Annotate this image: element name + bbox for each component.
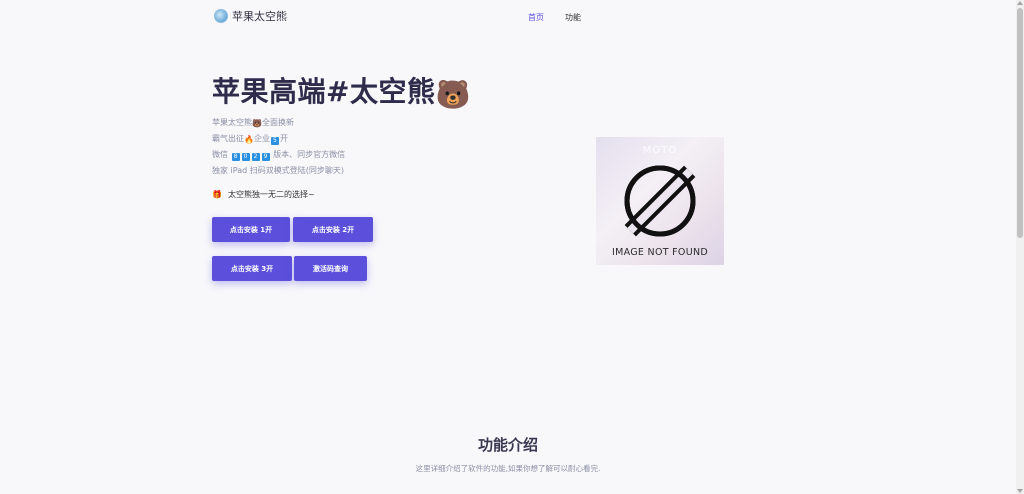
hero-title: 苹果高端#太空熊🐻	[212, 70, 471, 111]
tagline-text: 太空熊独一无二的选择~	[227, 190, 315, 199]
hero-image: MOTO IMAGE NOT FOUND	[596, 137, 724, 265]
install-3-button[interactable]: 点击安装 3开	[212, 256, 292, 281]
version-digit-badge: 2	[251, 153, 260, 161]
hero-title-text: 苹果高端#太空熊	[212, 75, 436, 108]
activation-code-query-button[interactable]: 激活码查询	[294, 256, 367, 281]
image-not-found-text: IMAGE NOT FOUND	[612, 247, 708, 258]
line1-text: 苹果太空熊	[212, 118, 252, 127]
scroll-up-arrow-icon[interactable]	[1017, 1, 1023, 5]
hero-line-3: 微信 8029 版本、同步官方微信	[212, 149, 345, 161]
nav-link-features[interactable]: 功能	[565, 12, 581, 23]
hero-line-2: 霸气出征🔥企业 5 开	[212, 133, 288, 145]
brand-name: 苹果太空熊	[232, 10, 287, 23]
line2-middle: 企业	[253, 134, 270, 143]
install-2-button[interactable]: 点击安装 2开	[293, 217, 373, 242]
tagline: 🎁 太空熊独一无二的选择~	[212, 189, 315, 200]
scrollbar-thumb[interactable]	[1017, 8, 1023, 238]
features-section-title: 功能介绍	[477, 436, 538, 454]
number-badge: 5	[270, 137, 279, 145]
bear-icon: 🐻	[435, 78, 471, 111]
line2-text: 霸气出征	[212, 134, 244, 143]
brand-logo-icon	[214, 9, 228, 23]
features-section-subtitle: 这里详细介绍了软件的功能,如果你想了解可以耐心看完.	[415, 464, 601, 473]
version-digit-badge: 0	[241, 153, 250, 161]
top-nav: 苹果太空熊 首页 功能	[214, 8, 814, 28]
nav-link-home[interactable]: 首页	[528, 12, 544, 23]
image-watermark: MOTO	[642, 145, 678, 156]
install-1-button[interactable]: 点击安装 1开	[212, 217, 290, 242]
fire-icon: 🔥	[244, 135, 254, 144]
line2-suffix: 开	[279, 134, 288, 143]
line3-suffix: 版本、同步官方微信	[273, 150, 346, 159]
version-digit-badge: 9	[261, 153, 270, 161]
bear-small-icon: 🐻	[252, 119, 262, 128]
hero-line-1: 苹果太空熊🐻全面换新	[212, 117, 294, 128]
version-digit-badge: 8	[231, 153, 240, 161]
line1-suffix: 全面换新	[261, 118, 294, 127]
scroll-down-arrow-icon[interactable]	[1017, 489, 1023, 493]
gift-icon: 🎁	[212, 190, 222, 199]
hero-line-4: 独家 iPad 扫码双模式登陆(同步聊天)	[212, 166, 344, 175]
prohibited-icon	[624, 165, 696, 237]
page-scrollbar[interactable]	[1016, 0, 1024, 494]
brand[interactable]: 苹果太空熊	[214, 8, 287, 24]
line3-text: 微信	[212, 150, 228, 159]
